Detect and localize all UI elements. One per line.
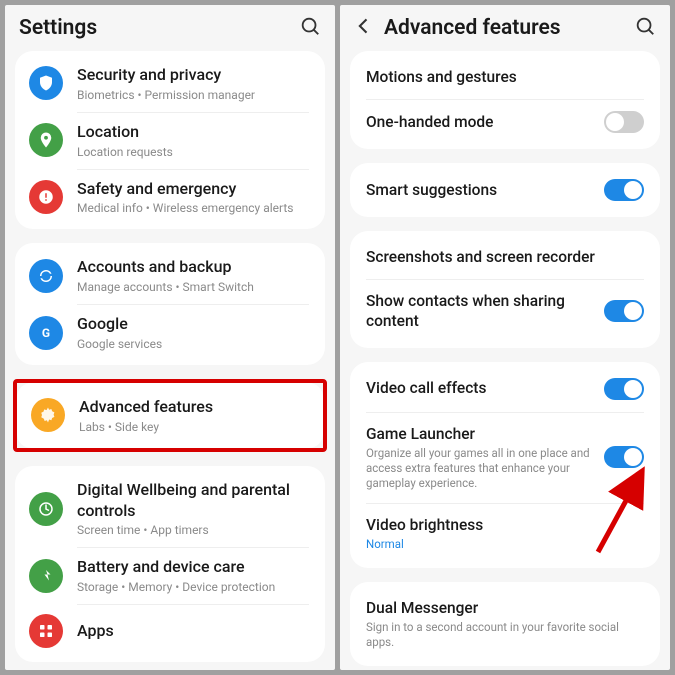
row-smart-suggestions[interactable]: Smart suggestions: [350, 167, 660, 213]
row-body: Google Google services: [77, 314, 311, 351]
row-sub: Medical info • Wireless emergency alerts: [77, 201, 311, 215]
row-title: Security and privacy: [77, 65, 311, 86]
row-title: Motions and gestures: [366, 67, 644, 87]
row-sub: Normal: [366, 537, 644, 552]
google-icon: G: [29, 316, 63, 350]
row-title: Location: [77, 122, 311, 143]
row-sub: Storage • Memory • Device protection: [77, 580, 311, 594]
row-title: Game Launcher: [366, 424, 590, 444]
row-title: Smart suggestions: [366, 180, 590, 200]
group-dual: Dual Messenger Sign in to a second accou…: [350, 582, 660, 666]
row-title: Apps: [77, 621, 311, 642]
toggle-one-handed[interactable]: [604, 111, 644, 133]
row-title: Accounts and backup: [77, 257, 311, 278]
row-safety-emergency[interactable]: Safety and emergency Medical info • Wire…: [15, 169, 325, 226]
row-google[interactable]: G Google Google services: [15, 304, 325, 361]
page-title: Advanced features: [384, 16, 624, 40]
wellbeing-icon: [29, 492, 63, 526]
toggle-video-call-effects[interactable]: [604, 378, 644, 400]
group-advanced: Advanced features Labs • Side key: [17, 383, 323, 448]
group-motions: Motions and gestures One-handed mode: [350, 51, 660, 149]
row-advanced-features[interactable]: Advanced features Labs • Side key: [17, 387, 323, 444]
row-title: Battery and device care: [77, 557, 311, 578]
settings-panel: Settings Security and privacy Biometrics…: [5, 5, 335, 670]
row-body: Accounts and backup Manage accounts • Sm…: [77, 257, 311, 294]
row-apps[interactable]: Apps: [15, 604, 325, 658]
row-title: Advanced features: [79, 397, 309, 418]
row-game-launcher[interactable]: Game Launcher Organize all your games al…: [350, 412, 660, 503]
row-security-privacy[interactable]: Security and privacy Biometrics • Permis…: [15, 55, 325, 112]
group-screenshots: Screenshots and screen recorder Show con…: [350, 231, 660, 347]
highlight-box: Advanced features Labs • Side key: [13, 379, 327, 452]
advanced-list: Motions and gestures One-handed mode Sma…: [340, 51, 670, 670]
advanced-features-panel: Advanced features Motions and gestures O…: [340, 5, 670, 670]
search-icon[interactable]: [634, 15, 656, 41]
battery-icon: [29, 559, 63, 593]
row-title: One-handed mode: [366, 112, 590, 132]
row-accounts-backup[interactable]: Accounts and backup Manage accounts • Sm…: [15, 247, 325, 304]
row-screenshots-recorder[interactable]: Screenshots and screen recorder: [350, 235, 660, 279]
header: Settings: [5, 5, 335, 51]
row-title: Safety and emergency: [77, 179, 311, 200]
sync-icon: [29, 259, 63, 293]
row-battery-care[interactable]: Battery and device care Storage • Memory…: [15, 547, 325, 604]
row-sub: Organize all your games all in one place…: [366, 446, 590, 491]
row-sub: Google services: [77, 337, 311, 351]
group-security: Security and privacy Biometrics • Permis…: [15, 51, 325, 229]
page-title: Settings: [19, 16, 289, 40]
row-body: Advanced features Labs • Side key: [79, 397, 309, 434]
row-show-contacts[interactable]: Show contacts when sharing content: [350, 279, 660, 343]
row-video-call-effects[interactable]: Video call effects: [350, 366, 660, 412]
row-one-handed[interactable]: One-handed mode: [350, 99, 660, 145]
group-accounts: Accounts and backup Manage accounts • Sm…: [15, 243, 325, 365]
row-title: Show contacts when sharing content: [366, 291, 590, 331]
toggle-smart-suggestions[interactable]: [604, 179, 644, 201]
svg-text:G: G: [42, 325, 50, 339]
row-title: Video brightness: [366, 515, 644, 535]
row-sub: Biometrics • Permission manager: [77, 88, 311, 102]
row-body: Battery and device care Storage • Memory…: [77, 557, 311, 594]
row-body: Location Location requests: [77, 122, 311, 159]
shield-icon: [29, 66, 63, 100]
row-title: Video call effects: [366, 378, 590, 398]
row-body: Safety and emergency Medical info • Wire…: [77, 179, 311, 216]
row-motions-gestures[interactable]: Motions and gestures: [350, 55, 660, 99]
pin-icon: [29, 123, 63, 157]
row-body: Security and privacy Biometrics • Permis…: [77, 65, 311, 102]
settings-list: Security and privacy Biometrics • Permis…: [5, 51, 335, 670]
row-title: Screenshots and screen recorder: [366, 247, 644, 267]
row-title: Digital Wellbeing and parental controls: [77, 480, 311, 522]
alert-icon: [29, 180, 63, 214]
row-sub: Sign in to a second account in your favo…: [366, 620, 644, 650]
row-sub: Location requests: [77, 145, 311, 159]
group-wellbeing: Digital Wellbeing and parental controls …: [15, 466, 325, 662]
row-title: Google: [77, 314, 311, 335]
row-body: Apps: [77, 621, 311, 642]
row-sub: Screen time • App timers: [77, 523, 311, 537]
row-title: Dual Messenger: [366, 598, 644, 618]
toggle-game-launcher[interactable]: [604, 446, 644, 468]
apps-icon: [29, 614, 63, 648]
row-dual-messenger[interactable]: Dual Messenger Sign in to a second accou…: [350, 586, 660, 662]
row-location[interactable]: Location Location requests: [15, 112, 325, 169]
search-icon[interactable]: [299, 15, 321, 41]
back-icon[interactable]: [354, 16, 374, 40]
header: Advanced features: [340, 5, 670, 51]
row-sub: Labs • Side key: [79, 420, 309, 434]
toggle-show-contacts[interactable]: [604, 300, 644, 322]
row-sub: Manage accounts • Smart Switch: [77, 280, 311, 294]
group-video: Video call effects Game Launcher Organiz…: [350, 362, 660, 568]
row-digital-wellbeing[interactable]: Digital Wellbeing and parental controls …: [15, 470, 325, 548]
row-body: Digital Wellbeing and parental controls …: [77, 480, 311, 538]
row-video-brightness[interactable]: Video brightness Normal: [350, 503, 660, 564]
gear-icon: [31, 398, 65, 432]
group-smart: Smart suggestions: [350, 163, 660, 217]
